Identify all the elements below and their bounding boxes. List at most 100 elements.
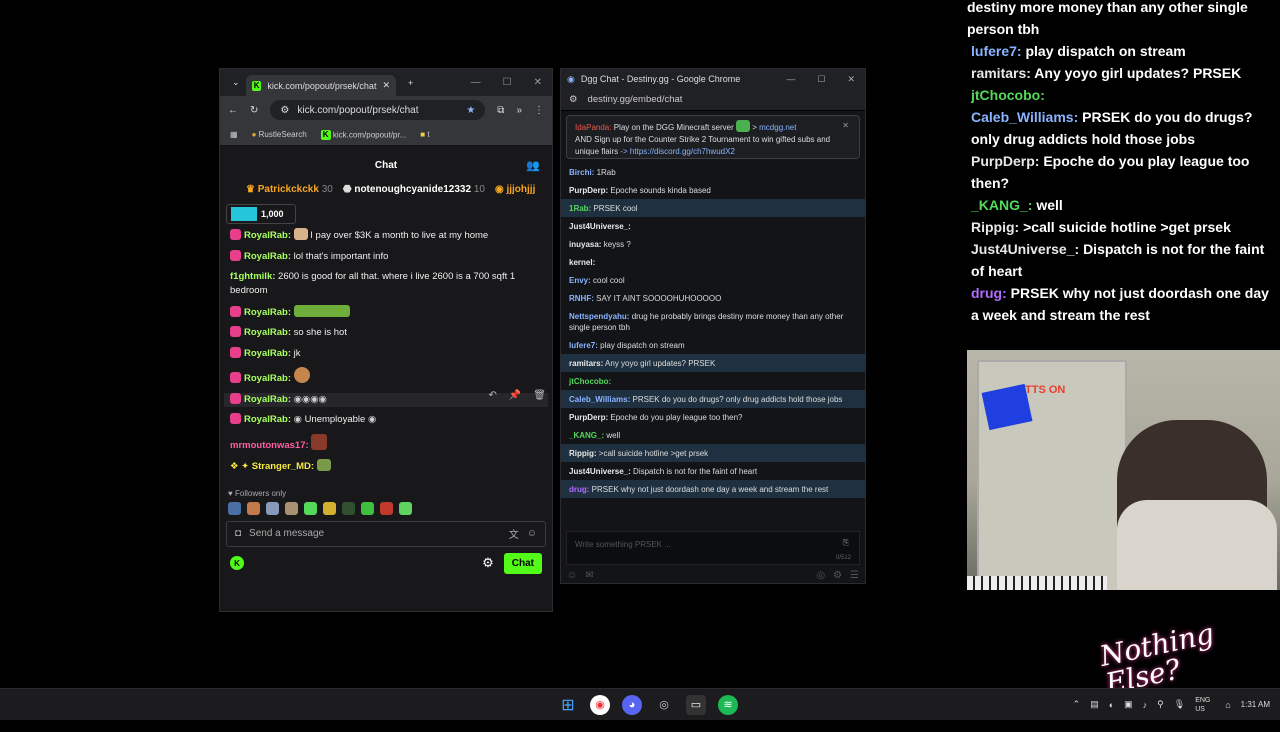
discord-taskbar-icon[interactable]: ◕ [622, 694, 642, 715]
close-window-icon[interactable]: ✕ [847, 74, 855, 85]
dgg-address-bar[interactable]: ⚙ destiny.gg/embed/chat [561, 89, 865, 111]
send-chat-button[interactable]: Chat [503, 552, 542, 574]
delete-icon[interactable]: 🗑 [533, 389, 546, 403]
close-notice-icon[interactable]: ✕ [842, 120, 849, 132]
chat-username[interactable]: 1Rab: [569, 204, 591, 213]
clock[interactable]: 1:31 AM [1241, 699, 1270, 710]
visibility-icon[interactable]: ◎ [816, 570, 825, 581]
minimize-icon[interactable]: — [786, 74, 795, 85]
reload-icon[interactable]: ↻ [250, 105, 258, 116]
chat-username[interactable]: jtChocobo: [569, 377, 611, 386]
tray-app-icon[interactable]: ♪ [1143, 700, 1148, 710]
language-indicator[interactable]: ENG US [1195, 696, 1215, 714]
chat-username[interactable]: Just4Universe_: [569, 467, 631, 476]
whispers-icon[interactable]: ✉ [585, 570, 593, 581]
network-icon[interactable]: ⌂ [1225, 700, 1230, 710]
spotify-taskbar-icon[interactable]: ≋ [718, 694, 738, 715]
obs-taskbar-icon[interactable]: ◎ [654, 695, 674, 715]
extensions-icon[interactable]: ⧉ [497, 105, 504, 116]
emote-icon[interactable] [304, 501, 317, 515]
emote-picker-icon[interactable]: ◘ [235, 528, 241, 539]
new-tab-icon[interactable]: + [408, 78, 413, 88]
chat-username[interactable]: kernel: [569, 258, 595, 267]
kick-coin-icon[interactable]: K [230, 556, 244, 570]
emote-menu-icon[interactable]: ☺ [567, 570, 577, 581]
chat-username[interactable]: Birchi: [569, 168, 594, 177]
chat-text: PRSEK why not just doordash one day a we… [591, 484, 829, 494]
terminal-taskbar-icon[interactable]: ▭ [686, 694, 706, 715]
settings-gear-icon[interactable]: ⚙ [833, 570, 842, 581]
microphone-icon[interactable]: 🎙 [1174, 699, 1185, 710]
chat-username[interactable]: Envy: [569, 276, 591, 285]
link-mcdgg[interactable]: mcdgg.net [759, 123, 796, 132]
search-icon[interactable]: ⚲ [1157, 699, 1164, 710]
tray-overflow-icon[interactable]: ⌃ [1073, 699, 1081, 710]
overlay-text: Any yoyo girl updates? PRSEK [1034, 65, 1242, 81]
user-list-icon[interactable]: 👥 [526, 159, 540, 172]
close-tab-icon[interactable]: ✕ [382, 80, 390, 91]
chat-username[interactable]: drug: [569, 485, 589, 494]
close-window-icon[interactable]: ✕ [534, 77, 542, 88]
back-icon[interactable]: ← [228, 105, 238, 116]
emoji-icon[interactable]: ☺ [527, 528, 537, 539]
pin-icon[interactable]: 📌 [509, 389, 521, 403]
chat-username[interactable]: PurpDerp: [569, 413, 608, 422]
emote-icon[interactable] [323, 501, 336, 515]
list-item: RoyalRab: lol that's important info [230, 249, 542, 264]
tray-app-icon[interactable]: ▤ [1090, 699, 1099, 710]
message-input[interactable]: ◘ Send a message 文 ☺ [226, 520, 546, 547]
tray-app-icon[interactable]: ▣ [1124, 699, 1133, 710]
more-tools-icon[interactable]: » [516, 105, 522, 116]
chat-username[interactable]: Nettspendyahu: [569, 312, 629, 321]
gifter-2[interactable]: ⬣ notenoughcyanide12332 10 [343, 184, 485, 195]
bookmark-t[interactable]: ■ t [420, 130, 429, 139]
emote-icon[interactable] [285, 501, 298, 515]
chat-username[interactable]: Rippig: [569, 449, 597, 458]
emote-icon[interactable] [247, 501, 260, 515]
emote-icon[interactable] [399, 501, 412, 515]
chat-username[interactable]: Caleb_Williams: [569, 395, 630, 404]
browser-tab[interactable]: K kick.com/popout/prsek/chat ✕ [246, 75, 396, 96]
tab-list-chevron-icon[interactable]: ⌄ [232, 77, 240, 88]
settings-gear-icon[interactable]: ⚙ [482, 555, 494, 571]
list-item: drug: PRSEK why not just doordash one da… [561, 480, 865, 498]
chat-username[interactable]: inuyasa: [569, 240, 601, 249]
users-icon[interactable]: ☰ [850, 570, 859, 581]
site-info-icon[interactable]: ⚙ [280, 105, 289, 116]
chat-username[interactable]: ramitars: [569, 359, 603, 368]
maximize-icon[interactable]: ☐ [817, 74, 825, 85]
chat-username[interactable]: lufere7: [569, 341, 598, 350]
emote-icon[interactable] [266, 501, 279, 515]
emote-icon[interactable] [342, 501, 355, 515]
link-discord[interactable]: -> https://discord.gg/ch7hwudX2 [620, 147, 735, 156]
gifter-1[interactable]: ♛ Patrickckckk 30 [246, 184, 333, 195]
apps-grid-icon[interactable]: ▦ [230, 130, 238, 139]
emote-icon[interactable] [228, 501, 241, 515]
site-info-icon[interactable]: ⚙ [569, 94, 578, 105]
bookmark-rustlesearch[interactable]: ● RustleSearch [252, 130, 307, 139]
emote-icon[interactable] [361, 501, 374, 515]
bookmark-kick[interactable]: K kick.com/popout/pr... [320, 129, 406, 140]
kick-address-bar-row: ← ↻ ⚙ kick.com/popout/prsek/chat ★ ⧉ » ⋮ [220, 96, 552, 124]
pinned-gift-pill[interactable]: 1,000 [226, 204, 296, 224]
chat-username[interactable]: RNHF: [569, 294, 594, 303]
chat-username[interactable]: _KANG_: [569, 431, 604, 440]
tray-app-icon[interactable]: ◐ [1109, 700, 1114, 710]
gifter-3[interactable]: ◉ jjjohjjj [495, 184, 535, 195]
minimize-icon[interactable]: — [471, 77, 481, 88]
start-menu-icon[interactable]: ⊞ [558, 695, 578, 715]
emote-icon[interactable] [380, 501, 393, 515]
chat-username[interactable]: Just4Universe_: [569, 222, 631, 231]
list-item: inuyasa: keyss ? [561, 235, 865, 253]
bookmark-star-icon[interactable]: ★ [466, 105, 475, 116]
webcam-feed: TTS ON [967, 350, 1280, 590]
address-bar[interactable]: ⚙ kick.com/popout/prsek/chat ★ [270, 100, 486, 120]
chrome-taskbar-icon[interactable]: ◉ [590, 694, 610, 715]
attach-icon[interactable]: ⎘ [843, 538, 849, 548]
chat-username[interactable]: PurpDerp: [569, 186, 608, 195]
reply-icon[interactable]: ↶ [488, 389, 496, 403]
maximize-icon[interactable]: ☐ [503, 77, 512, 88]
menu-icon[interactable]: ⋮ [534, 105, 544, 116]
dgg-chat-input[interactable]: Write something PRSEK ... ⎘ 0/512 [566, 531, 860, 565]
translate-icon[interactable]: 文 [509, 526, 519, 541]
